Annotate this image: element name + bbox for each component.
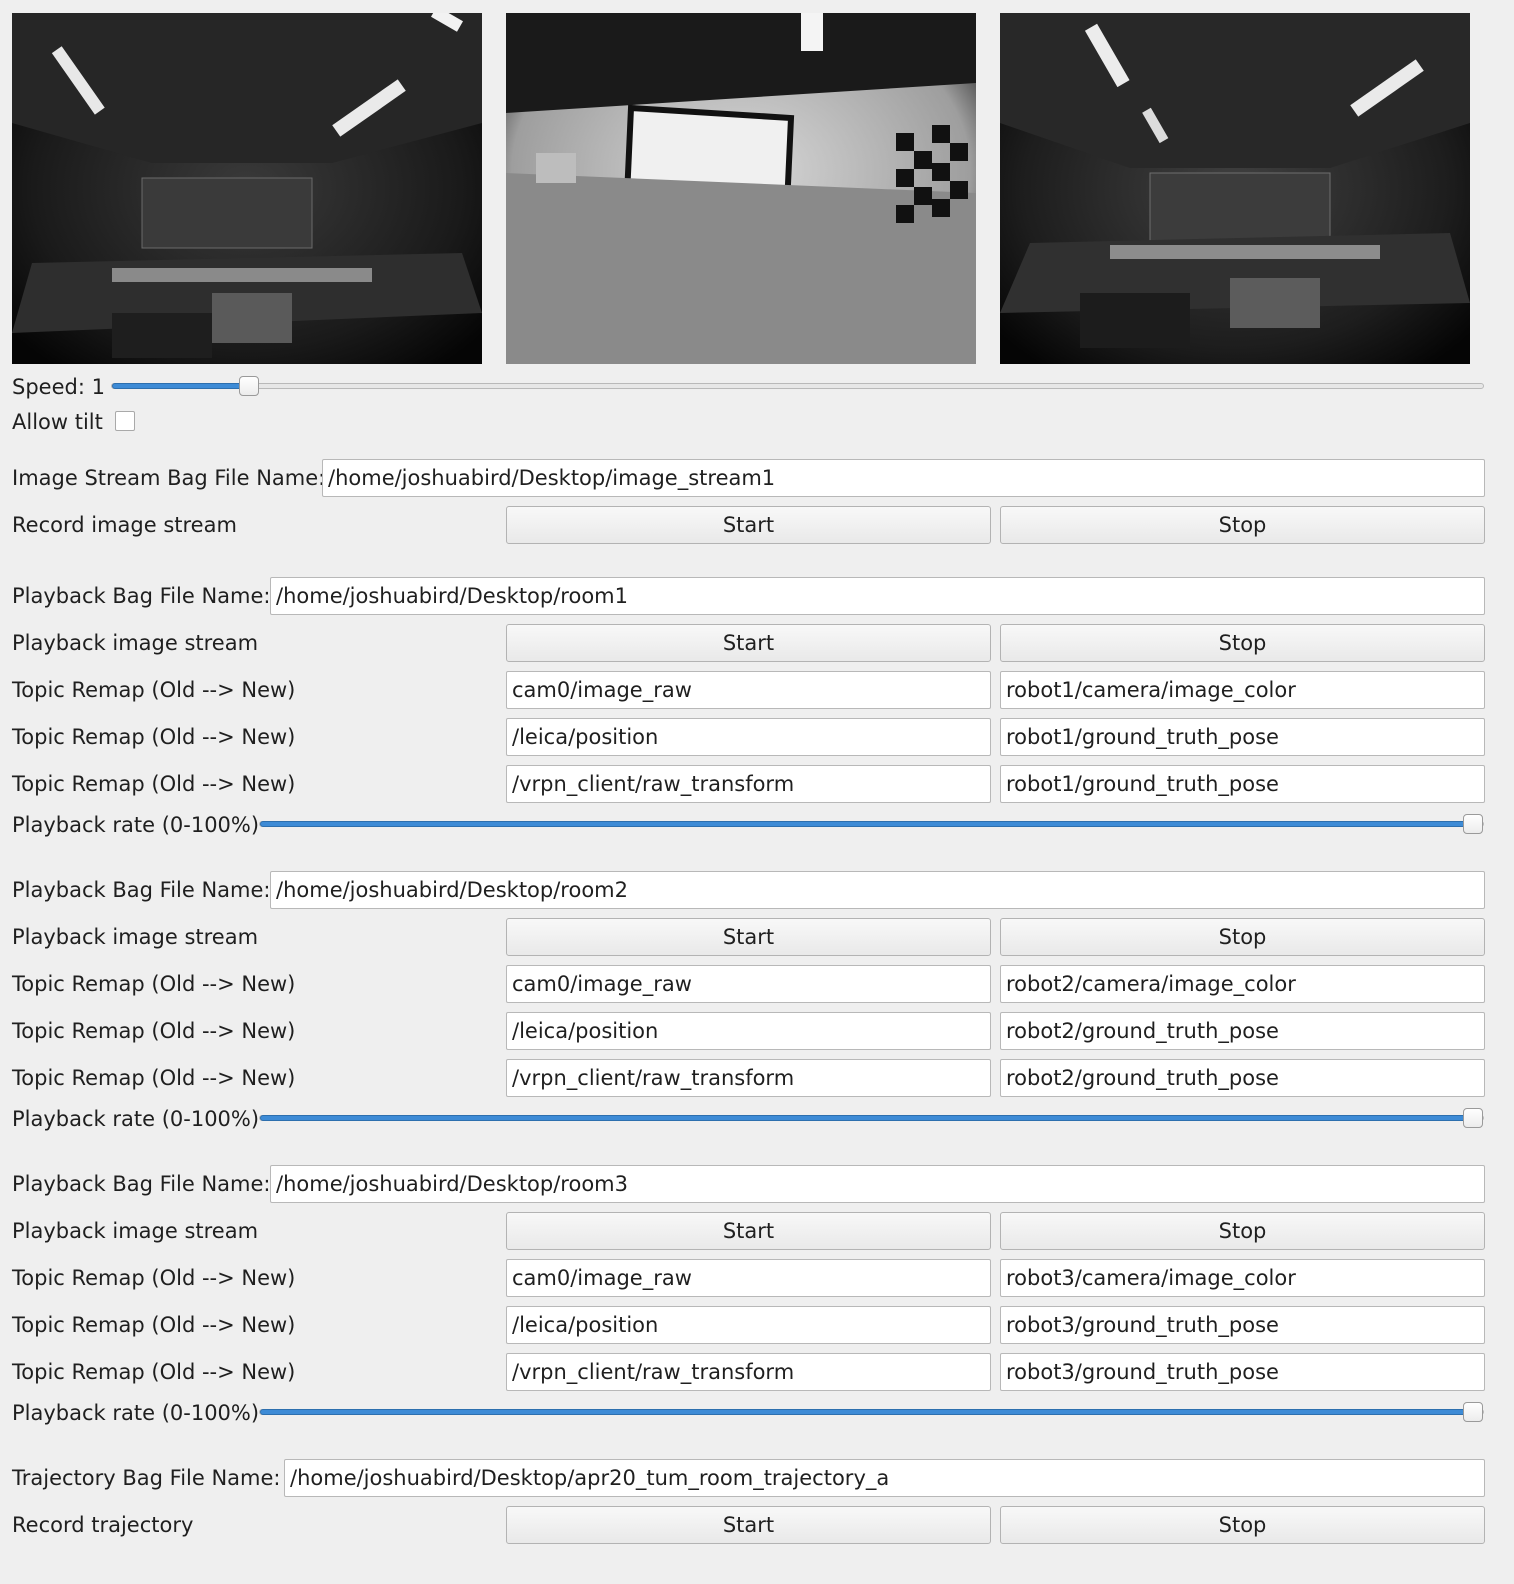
playback-2-remap-2-label: Topic Remap (Old --> New) bbox=[12, 1019, 296, 1043]
playback-3-stream-label: Playback image stream bbox=[12, 1219, 259, 1243]
playback-1-start-button[interactable]: Start bbox=[506, 624, 991, 662]
playback-2-remap-3-new-input[interactable]: robot2/ground_truth_pose bbox=[1000, 1059, 1485, 1097]
playback-3-remap-1-old-input[interactable]: cam0/image_raw bbox=[506, 1259, 991, 1297]
camera-feed-2 bbox=[506, 13, 976, 364]
speed-slider-handle[interactable] bbox=[239, 376, 260, 396]
playback-3-bag-input[interactable]: /home/joshuabird/Desktop/room3 bbox=[270, 1165, 1485, 1203]
camera-feed-1 bbox=[12, 13, 482, 364]
playback-2-remap-1-label: Topic Remap (Old --> New) bbox=[12, 972, 296, 996]
playback-3-start-button[interactable]: Start bbox=[506, 1212, 991, 1250]
playback-2-rate-slider[interactable] bbox=[259, 1108, 1484, 1128]
playback-3-remap-2-label: Topic Remap (Old --> New) bbox=[12, 1313, 296, 1337]
playback-3-remap-3-label: Topic Remap (Old --> New) bbox=[12, 1360, 296, 1384]
playback-2-start-button[interactable]: Start bbox=[506, 918, 991, 956]
playback-1-rate-fill bbox=[260, 821, 1473, 827]
playback-3-remap-3-old-input[interactable]: /vrpn_client/raw_transform bbox=[506, 1353, 991, 1391]
playback-1-remap-1-label: Topic Remap (Old --> New) bbox=[12, 678, 296, 702]
record-image-stream-stop-button[interactable]: Stop bbox=[1000, 506, 1485, 544]
allow-tilt-label: Allow tilt bbox=[12, 410, 103, 434]
playback-3-remap-2-old-input[interactable]: /leica/position bbox=[506, 1306, 991, 1344]
playback-1-remap-3-label: Topic Remap (Old --> New) bbox=[12, 772, 296, 796]
image-stream-bag-input[interactable]: /home/joshuabird/Desktop/image_stream1 bbox=[322, 459, 1485, 497]
trajectory-bag-label: Trajectory Bag File Name: bbox=[12, 1466, 281, 1490]
playback-2-remap-1-old-input[interactable]: cam0/image_raw bbox=[506, 965, 991, 1003]
record-trajectory-stop-button[interactable]: Stop bbox=[1000, 1506, 1485, 1544]
playback-2-remap-1-new-input[interactable]: robot2/camera/image_color bbox=[1000, 965, 1485, 1003]
playback-1-stop-button[interactable]: Stop bbox=[1000, 624, 1485, 662]
playback-1-remap-1-old-input[interactable]: cam0/image_raw bbox=[506, 671, 991, 709]
playback-3-remap-2-new-input[interactable]: robot3/ground_truth_pose bbox=[1000, 1306, 1485, 1344]
playback-2-remap-3-old-input[interactable]: /vrpn_client/raw_transform bbox=[506, 1059, 991, 1097]
playback-2-remap-2-old-input[interactable]: /leica/position bbox=[506, 1012, 991, 1050]
playback-1-remap-2-new-input[interactable]: robot1/ground_truth_pose bbox=[1000, 718, 1485, 756]
playback-1-remap-3-new-input[interactable]: robot1/ground_truth_pose bbox=[1000, 765, 1485, 803]
image-stream-bag-label: Image Stream Bag File Name: bbox=[12, 466, 326, 490]
allow-tilt-checkbox[interactable] bbox=[115, 411, 135, 431]
speed-label: Speed: 1 bbox=[12, 375, 105, 399]
playback-2-stop-button[interactable]: Stop bbox=[1000, 918, 1485, 956]
playback-1-rate-handle[interactable] bbox=[1463, 814, 1483, 834]
playback-3-rate-fill bbox=[260, 1409, 1473, 1415]
playback-1-stream-label: Playback image stream bbox=[12, 631, 259, 655]
playback-2-rate-fill bbox=[260, 1115, 1473, 1121]
playback-3-bag-label: Playback Bag File Name: bbox=[12, 1172, 271, 1196]
playback-3-rate-label: Playback rate (0-100%) bbox=[12, 1401, 260, 1425]
playback-1-remap-2-old-input[interactable]: /leica/position bbox=[506, 718, 991, 756]
playback-3-stop-button[interactable]: Stop bbox=[1000, 1212, 1485, 1250]
playback-2-stream-label: Playback image stream bbox=[12, 925, 259, 949]
playback-1-bag-input[interactable]: /home/joshuabird/Desktop/room1 bbox=[270, 577, 1485, 615]
camera-feed-3 bbox=[1000, 13, 1470, 364]
playback-2-remap-2-new-input[interactable]: robot2/ground_truth_pose bbox=[1000, 1012, 1485, 1050]
playback-3-rate-handle[interactable] bbox=[1463, 1402, 1483, 1422]
playback-1-remap-2-label: Topic Remap (Old --> New) bbox=[12, 725, 296, 749]
playback-1-rate-slider[interactable] bbox=[259, 814, 1484, 834]
playback-2-rate-handle[interactable] bbox=[1463, 1108, 1483, 1128]
speed-slider[interactable] bbox=[111, 376, 1484, 396]
playback-1-bag-label: Playback Bag File Name: bbox=[12, 584, 271, 608]
record-trajectory-label: Record trajectory bbox=[12, 1513, 194, 1537]
playback-2-remap-3-label: Topic Remap (Old --> New) bbox=[12, 1066, 296, 1090]
playback-2-rate-label: Playback rate (0-100%) bbox=[12, 1107, 260, 1131]
playback-3-rate-slider[interactable] bbox=[259, 1402, 1484, 1422]
speed-slider-fill bbox=[112, 383, 250, 389]
playback-1-remap-1-new-input[interactable]: robot1/camera/image_color bbox=[1000, 671, 1485, 709]
playback-3-remap-1-new-input[interactable]: robot3/camera/image_color bbox=[1000, 1259, 1485, 1297]
playback-1-remap-3-old-input[interactable]: /vrpn_client/raw_transform bbox=[506, 765, 991, 803]
record-trajectory-start-button[interactable]: Start bbox=[506, 1506, 991, 1544]
trajectory-bag-input[interactable]: /home/joshuabird/Desktop/apr20_tum_room_… bbox=[284, 1459, 1485, 1497]
record-image-stream-start-button[interactable]: Start bbox=[506, 506, 991, 544]
record-image-stream-label: Record image stream bbox=[12, 513, 237, 537]
playback-2-bag-label: Playback Bag File Name: bbox=[12, 878, 271, 902]
playback-2-bag-input[interactable]: /home/joshuabird/Desktop/room2 bbox=[270, 871, 1485, 909]
playback-3-remap-3-new-input[interactable]: robot3/ground_truth_pose bbox=[1000, 1353, 1485, 1391]
playback-3-remap-1-label: Topic Remap (Old --> New) bbox=[12, 1266, 296, 1290]
playback-1-rate-label: Playback rate (0-100%) bbox=[12, 813, 260, 837]
